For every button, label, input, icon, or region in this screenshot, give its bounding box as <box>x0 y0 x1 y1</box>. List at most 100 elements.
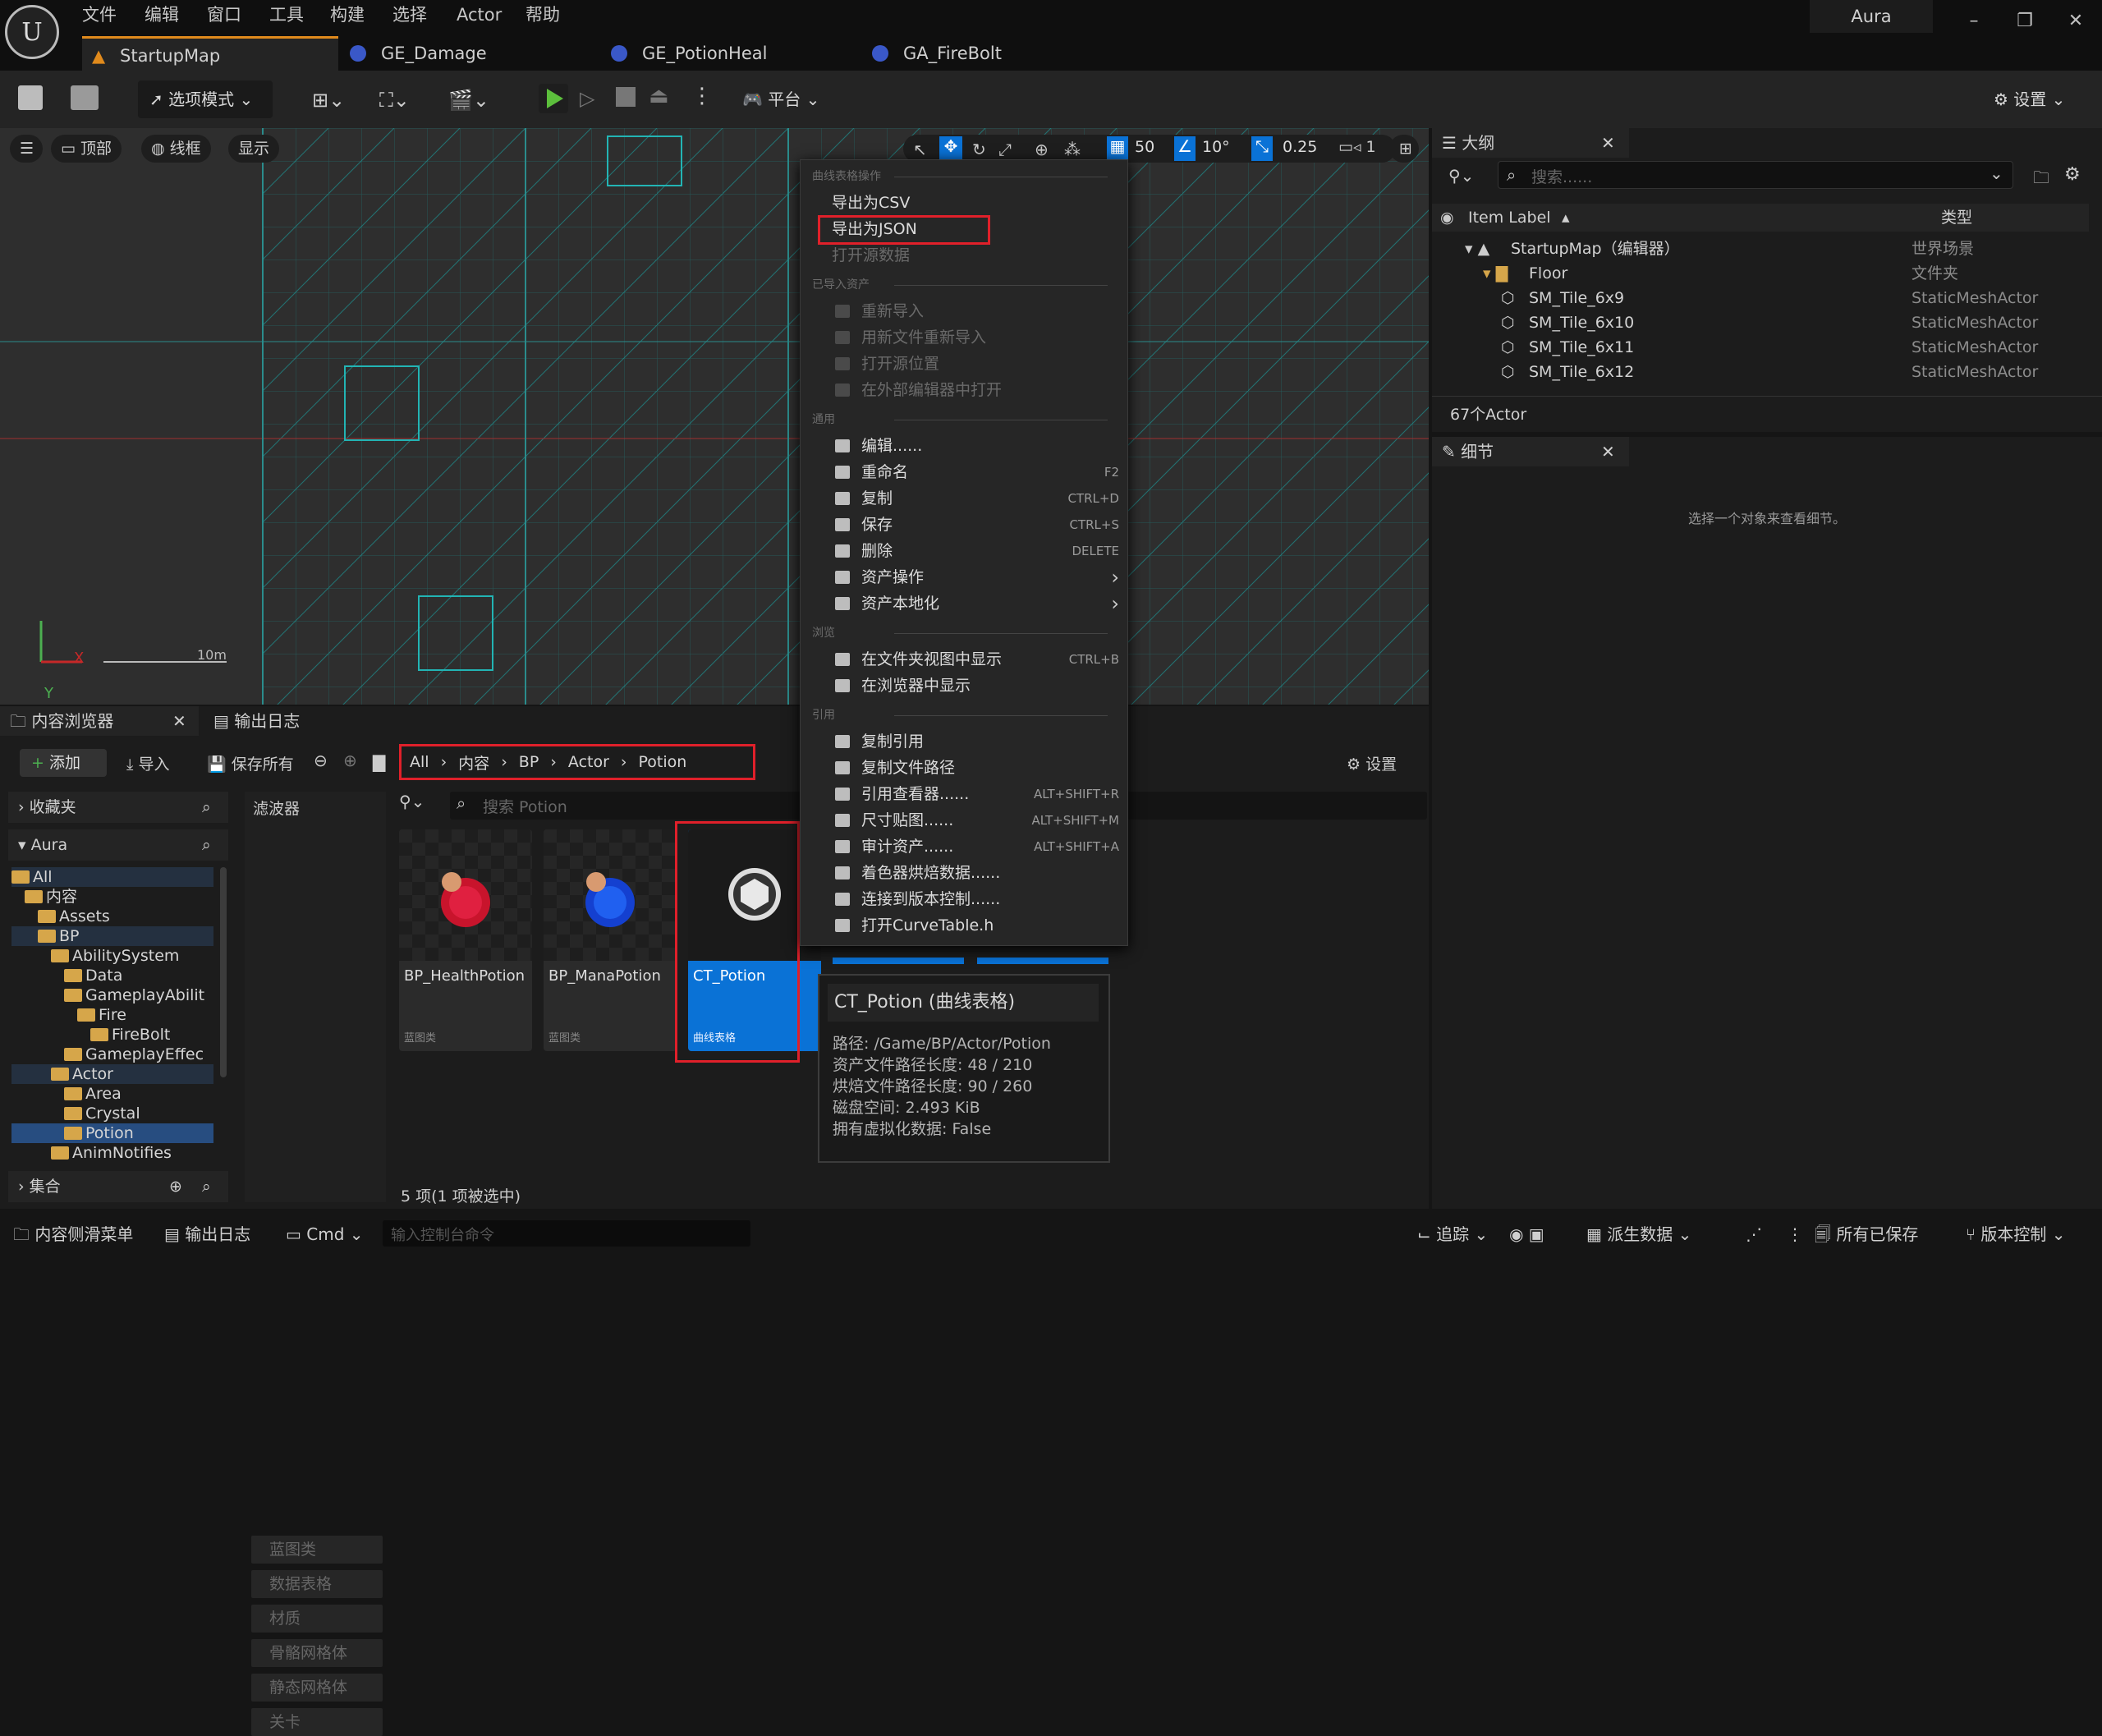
menu-item[interactable]: 资产本地化 › <box>801 590 1127 617</box>
derived-data-button[interactable]: ▦ 派生数据 ⌄ <box>1586 1214 1691 1255</box>
folder-tree-item[interactable]: Actor <box>11 1064 213 1084</box>
filter-button[interactable]: 静态网格体 <box>251 1674 383 1702</box>
filter-button[interactable]: 蓝图类 <box>251 1536 383 1564</box>
settings-button[interactable]: ⚙ 设置 ⌄ <box>1994 80 2084 118</box>
content-drawer-button[interactable]: 🗀 内容侧滑菜单 <box>13 1214 133 1255</box>
scale-tool-icon[interactable]: ⤢ <box>998 140 1012 159</box>
stop-icon[interactable] <box>616 87 636 107</box>
console-input[interactable]: 输入控制台命令 <box>383 1220 750 1247</box>
breadcrumb-item[interactable]: Potion <box>639 753 687 771</box>
menu-tools[interactable]: 工具 <box>269 0 304 30</box>
menu-select[interactable]: 选择 <box>392 0 427 30</box>
add-button[interactable]: + 添加 <box>20 749 107 777</box>
cmd-selector[interactable]: ▭ Cmd ⌄ <box>286 1214 364 1255</box>
minimize-icon[interactable]: – <box>1949 5 1999 38</box>
camera-speed-icon[interactable]: ▭◃ 1 <box>1338 138 1376 156</box>
outliner-row[interactable]: ▾ ▇ Floor 文件夹 <box>1432 261 2089 286</box>
menu-actor[interactable]: Actor <box>457 0 502 30</box>
asset-tile[interactable]: BP_ManaPotion 蓝图类 <box>544 829 677 1051</box>
level-viewport[interactable]: X Y 10m ☰ ▭ 顶部 ◍ 线框 显示 ↖ ✥ ↻ ⤢ ⊕ ⁂ ▦ 50 … <box>0 128 1429 705</box>
record-icon[interactable]: ◉ ▣ <box>1509 1214 1544 1255</box>
folder-tree-item[interactable]: Data <box>11 966 213 985</box>
menu-item[interactable]: 引用查看器...... ALT+SHIFT+R <box>801 781 1127 807</box>
details-tab[interactable]: ✎ 细节 ✕ <box>1432 437 1629 466</box>
col-type[interactable]: 类型 <box>1941 204 1972 232</box>
outliner-row[interactable]: ⬡ SM_Tile_6x9 StaticMeshActor <box>1432 286 2089 310</box>
skip-icon[interactable]: ▷ <box>580 87 594 110</box>
filter-button[interactable]: 骨骼网格体 <box>251 1639 383 1667</box>
rotation-snap-icon[interactable]: ∠ <box>1174 136 1196 161</box>
filter-icon[interactable]: ⚲⌄ <box>1448 166 1474 186</box>
menu-item[interactable]: 编辑...... <box>801 433 1127 459</box>
menu-item[interactable]: 连接到版本控制...... <box>801 886 1127 912</box>
folder-tree-item[interactable]: 内容 <box>11 887 213 907</box>
network-icon[interactable]: ⋰ <box>1746 1214 1762 1255</box>
close-icon[interactable]: ✕ <box>1601 128 1615 158</box>
folder-tree-item[interactable]: Crystal <box>11 1104 213 1123</box>
filter-button[interactable]: 材质 <box>251 1605 383 1633</box>
tab-content-browser[interactable]: 🗀 内容浏览器 ✕ <box>0 706 199 736</box>
folder-tree-item[interactable]: Assets <box>11 907 213 926</box>
menu-item[interactable]: 保存 CTRL+S <box>801 512 1127 538</box>
source-control-button[interactable]: ⑂ 版本控制 ⌄ <box>1966 1214 2065 1255</box>
menu-item[interactable]: 复制文件路径 <box>801 755 1127 781</box>
add-actor-icon[interactable]: ⊞⌄ <box>312 89 345 112</box>
browse-content-icon[interactable] <box>71 85 99 110</box>
folder-tree-item[interactable]: GameplayEffec <box>11 1045 213 1064</box>
outliner-row[interactable]: ▾ ▲ StartupMap（编辑器） 世界场景 <box>1432 237 2089 261</box>
search-icon[interactable]: ⌕ <box>202 1171 211 1202</box>
restore-icon[interactable]: ❐ <box>2000 5 2049 38</box>
search-icon[interactable]: ⌕ <box>202 829 211 861</box>
more-icon[interactable]: ⋮ <box>1787 1214 1803 1255</box>
menu-file[interactable]: 文件 <box>82 0 117 30</box>
tab-ge-potionheal[interactable]: GE_PotionHeal <box>604 36 859 71</box>
save-icon[interactable] <box>18 85 43 110</box>
mode-selector[interactable]: ➚ 选项模式 ⌄ <box>138 80 273 118</box>
rotation-snap-value[interactable]: 10° <box>1202 138 1230 156</box>
folder-tree-item[interactable]: FireBolt <box>11 1025 213 1045</box>
visibility-icon[interactable]: ◉ <box>1440 204 1454 232</box>
filter-button[interactable]: 数据表格 <box>251 1570 383 1598</box>
asset-tile[interactable]: BP_HealthPotion 蓝图类 <box>399 829 532 1051</box>
view-type-button[interactable]: ▭ 顶部 <box>51 135 122 163</box>
project-header[interactable]: ▾ Aura ⌕ <box>8 829 228 861</box>
menu-item[interactable]: 在浏览器中显示 <box>801 673 1127 699</box>
move-tool-icon[interactable]: ✥ <box>939 136 962 161</box>
import-button[interactable]: ⤓ 导入 <box>126 752 169 774</box>
menu-item[interactable]: 删除 DELETE <box>801 538 1127 564</box>
tab-output-log[interactable]: ▤ 输出日志 <box>205 706 353 736</box>
folder-tree-item[interactable]: AbilitySystem <box>11 946 213 966</box>
world-space-icon[interactable]: ⊕ <box>1035 140 1049 159</box>
favorites-header[interactable]: › 收藏夹 ⌕ <box>8 792 228 823</box>
outliner-search-input[interactable]: ⌕ 搜索...... ⌄ <box>1498 161 2013 189</box>
menu-edit[interactable]: 编辑 <box>145 0 179 30</box>
folder-tree-item[interactable]: All <box>11 867 213 887</box>
tab-ga-firebolt[interactable]: GA_FireBolt <box>865 36 1120 71</box>
menu-window[interactable]: 窗口 <box>207 0 241 30</box>
save-all-button[interactable]: 💾 保存所有 <box>207 752 294 774</box>
layout-icon[interactable]: ⊞ <box>1389 135 1419 163</box>
outliner-row[interactable]: ⬡ SM_Tile_6x12 StaticMeshActor <box>1432 360 2089 384</box>
close-icon[interactable]: ✕ <box>172 706 186 736</box>
surface-snap-icon[interactable]: ⁂ <box>1064 140 1081 159</box>
play-button[interactable] <box>539 84 568 113</box>
show-button[interactable]: 显示 <box>228 135 280 163</box>
col-item-label[interactable]: Item Label <box>1468 204 1551 232</box>
folder-tree-item[interactable]: AnimNotifies <box>11 1143 213 1163</box>
folder-tree-item[interactable]: GameplayAbilit <box>11 985 213 1005</box>
menu-item[interactable]: 资产操作 › <box>801 564 1127 590</box>
menu-item[interactable]: 复制引用 <box>801 728 1127 755</box>
blueprint-menu-icon[interactable]: ⛶⌄ <box>379 89 410 112</box>
close-icon[interactable]: ✕ <box>2051 5 2100 38</box>
breadcrumb-item[interactable]: All <box>402 753 429 771</box>
output-log-button[interactable]: ▤ 输出日志 <box>164 1214 250 1255</box>
more-options-icon[interactable]: ⋮ <box>691 84 713 108</box>
folder-tree-item[interactable]: Area <box>11 1084 213 1104</box>
menu-item[interactable]: 审计资产...... ALT+SHIFT+A <box>801 834 1127 860</box>
menu-item[interactable]: 导出为CSV <box>801 190 1127 216</box>
eject-icon[interactable]: ⏏ <box>649 84 669 108</box>
trace-button[interactable]: ⌙ 追踪 ⌄ <box>1417 1214 1488 1255</box>
rotate-tool-icon[interactable]: ↻ <box>972 140 986 159</box>
breadcrumb-item[interactable]: 内容 <box>458 751 489 774</box>
select-tool-icon[interactable]: ↖ <box>913 140 927 159</box>
